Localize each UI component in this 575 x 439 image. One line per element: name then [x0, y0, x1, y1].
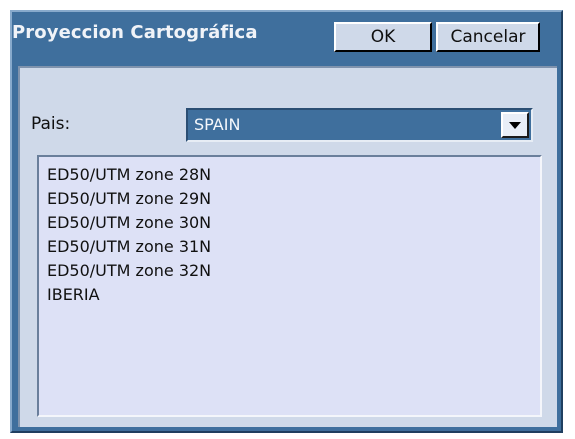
- list-item[interactable]: ED50/UTM zone 28N: [47, 163, 540, 187]
- country-label: Pais:: [31, 114, 71, 134]
- country-selected-value: SPAIN: [194, 115, 241, 134]
- list-item[interactable]: ED50/UTM zone 32N: [47, 259, 540, 283]
- ok-button[interactable]: OK: [334, 22, 432, 52]
- country-select[interactable]: SPAIN: [186, 108, 533, 142]
- dropdown-arrow-button[interactable]: [501, 112, 529, 138]
- list-item[interactable]: ED50/UTM zone 31N: [47, 235, 540, 259]
- projection-list[interactable]: ED50/UTM zone 28N ED50/UTM zone 29N ED50…: [37, 155, 542, 417]
- list-item[interactable]: ED50/UTM zone 29N: [47, 187, 540, 211]
- list-item[interactable]: IBERIA: [47, 283, 540, 307]
- dialog-title: Proyeccion Cartográfica: [12, 22, 258, 43]
- chevron-down-icon: [509, 122, 521, 129]
- list-item[interactable]: ED50/UTM zone 30N: [47, 211, 540, 235]
- cancel-button[interactable]: Cancelar: [436, 22, 540, 52]
